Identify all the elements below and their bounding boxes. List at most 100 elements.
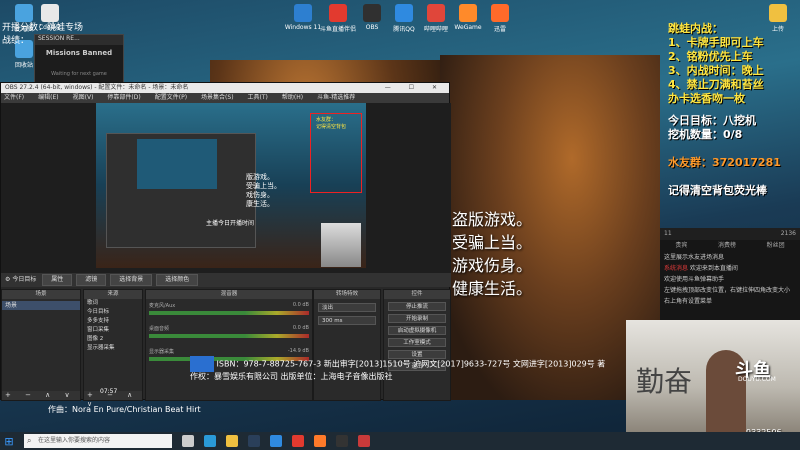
obs-preview[interactable]: 版游戏。 受骗上当。 戏伤身。 康生活。 主播今日开播时间 水友群： 记得清空背包 bbox=[1, 103, 451, 273]
qr-icon bbox=[190, 356, 214, 372]
chat-message: 欢迎使用斗鱼弹幕助手 bbox=[660, 274, 800, 285]
preview-subtitle-line: 受骗上当。 bbox=[246, 182, 281, 190]
menu-item[interactable]: 斗鱼-精选推荐 bbox=[317, 94, 355, 101]
chat-message: 左键拖拽顶部改变位置，右键拉伸四角改变大小 bbox=[660, 285, 800, 296]
menu-item[interactable]: 工具(T) bbox=[248, 94, 268, 101]
menu-item[interactable]: 帮助(H) bbox=[282, 94, 303, 101]
gear-icon[interactable]: ⚙ bbox=[5, 276, 10, 283]
controls-title: 控件 bbox=[384, 290, 450, 299]
menu-item[interactable]: 配置文件(P) bbox=[155, 94, 187, 101]
obs-window-title: OBS 27.2.4 (64-bit, windows) - 配置文件：未命名 … bbox=[5, 84, 189, 91]
preview-subtitle: 版游戏。 受骗上当。 戏伤身。 康生活。 bbox=[246, 173, 281, 209]
session-header[interactable]: SESSION RE... bbox=[35, 35, 123, 45]
obs-titlebar[interactable]: OBS 27.2.4 (64-bit, windows) - 配置文件：未命名 … bbox=[1, 83, 449, 93]
count-text: 挖机数量：0/8 bbox=[668, 128, 743, 141]
obs-window: OBS 27.2.4 (64-bit, windows) - 配置文件：未命名 … bbox=[0, 82, 451, 408]
control-button[interactable]: 开始录制 bbox=[388, 314, 446, 323]
isbn-notice: ISBN：978-7-88725-767-3 新出审字[2013]1510号 沪… bbox=[190, 356, 610, 382]
toolbar-button[interactable]: 选择颜色 bbox=[156, 274, 199, 286]
session-status: Waiting for next game bbox=[51, 71, 107, 77]
app-icon bbox=[491, 4, 509, 22]
game-subtitle-line: 盗版游戏。 bbox=[452, 210, 533, 229]
chat-message-text: 右上角有设置菜单 bbox=[664, 298, 713, 305]
desktop-icon-label: Windows 11 bbox=[284, 24, 322, 31]
game-subtitle-line: 游戏伤身。 bbox=[452, 256, 533, 275]
mixer-label: 显示器采集 -14.9 dB bbox=[149, 348, 309, 355]
source-item[interactable]: 歌词 bbox=[84, 299, 142, 308]
windows-start-icon[interactable]: ⊞ bbox=[0, 432, 18, 450]
volume-meter bbox=[149, 311, 309, 315]
chat-tab[interactable]: 消费榜 bbox=[718, 240, 736, 252]
chat-tab[interactable]: 粉丝团 bbox=[767, 240, 785, 252]
obs-docks: 场景 场景 + − ∧ ∨ 来源 歌词 今日目标 多多支持 窗口采集 图像 2 显示器采集… bbox=[1, 289, 451, 408]
menu-item[interactable]: 停靠部件(D) bbox=[107, 94, 140, 101]
game-icon[interactable] bbox=[358, 435, 370, 447]
source-item[interactable]: 窗口采集 bbox=[84, 326, 142, 335]
chat-stat-left: 11 bbox=[664, 230, 672, 237]
taskbar: ⊞ ⌕ 在这里输入你要搜索的内容 bbox=[0, 432, 800, 450]
menu-item[interactable]: 编辑(E) bbox=[38, 94, 58, 101]
menu-item[interactable]: 文件(F) bbox=[4, 94, 24, 101]
transitions-dock: 转场特效 淡出 300 ms bbox=[313, 289, 381, 401]
scene-item[interactable]: 场景 bbox=[2, 301, 80, 310]
app-icon bbox=[427, 4, 445, 22]
explorer-icon[interactable] bbox=[226, 435, 238, 447]
qq-icon[interactable] bbox=[270, 435, 282, 447]
obs-icon[interactable] bbox=[336, 435, 348, 447]
calligraphy-scroll: 勤奋 bbox=[636, 365, 693, 398]
control-button[interactable]: 启动虚拟摄像机 bbox=[388, 326, 446, 335]
netease-icon[interactable] bbox=[292, 435, 304, 447]
desktop-icon[interactable]: 迅雷 bbox=[480, 4, 520, 33]
mixer-channel-name: 麦克风/Aux bbox=[149, 303, 176, 309]
mixer-db-value: 0.0 dB bbox=[292, 325, 309, 331]
obs-menubar: 文件(F) 编辑(E) 视图(V) 停靠部件(D) 配置文件(P) 场景集合(S) 工具(T… bbox=[1, 93, 449, 103]
chat-message-text: 左键拖拽顶部改变位置，右键拉伸四角改变大小 bbox=[664, 287, 791, 294]
taskbar-search[interactable]: ⌕ 在这里输入你要搜索的内容 bbox=[24, 434, 172, 448]
toolbar-button[interactable]: 选择背景 bbox=[110, 274, 153, 286]
preview-subtitle-line: 康生活。 bbox=[246, 200, 274, 208]
menu-item[interactable]: 场景集合(S) bbox=[201, 94, 234, 101]
toolbar-button[interactable]: 属性 bbox=[42, 274, 73, 286]
rule-item: 1、卡牌手即可上车 bbox=[668, 36, 764, 49]
app-icon bbox=[363, 4, 381, 22]
duration-input[interactable]: 300 ms bbox=[318, 316, 376, 325]
preview-overlay-line: 水友群： bbox=[316, 117, 337, 123]
menu-item[interactable]: 视图(V) bbox=[73, 94, 94, 101]
chat-stat-right: 2136 bbox=[780, 230, 796, 237]
search-placeholder: 在这里输入你要搜索的内容 bbox=[38, 437, 111, 444]
mixer-channel: 桌面音频 0.0 dB bbox=[149, 325, 309, 345]
sources-dock: 来源 歌词 今日目标 多多支持 窗口采集 图像 2 显示器采集 + − ∧ ∨ bbox=[83, 289, 143, 408]
desktop-icon[interactable]: Windows 11 bbox=[283, 4, 323, 31]
mixer-title: 混音器 bbox=[146, 290, 312, 299]
mixer-channel: 麦克风/Aux 0.0 dB bbox=[149, 302, 309, 322]
sources-title: 来源 bbox=[84, 290, 142, 299]
steam-icon[interactable] bbox=[248, 435, 260, 447]
scenes-title: 场景 bbox=[2, 290, 80, 299]
toolbar-button[interactable]: 滤镜 bbox=[76, 274, 107, 286]
mixer-db-value: -14.9 dB bbox=[287, 348, 309, 354]
chat-tab[interactable]: 贵宾 bbox=[675, 240, 687, 252]
source-item[interactable]: 显示器采集 bbox=[84, 344, 142, 353]
douyu-icon[interactable] bbox=[314, 435, 326, 447]
scenes-footer[interactable]: + − ∧ ∨ bbox=[2, 391, 80, 400]
preview-canvas[interactable]: 版游戏。 受骗上当。 戏伤身。 康生活。 主播今日开播时间 水友群： 记得清空背包 bbox=[96, 103, 366, 268]
control-button[interactable]: 工作室模式 bbox=[388, 338, 446, 347]
control-button[interactable]: 停止推流 bbox=[388, 302, 446, 311]
session-title: Missions Banned bbox=[45, 49, 113, 57]
game-subtitle-line: 受骗上当。 bbox=[452, 233, 533, 252]
preview-nested-desktop bbox=[137, 139, 217, 189]
preview-subtitle-line: 版游戏。 bbox=[246, 173, 274, 181]
transition-select[interactable]: 淡出 bbox=[318, 303, 376, 312]
source-item[interactable]: 图像 2 bbox=[84, 335, 142, 344]
source-item[interactable]: 今日目标 bbox=[84, 308, 142, 317]
chat-message-prefix: 系统消息 bbox=[664, 265, 690, 272]
window-controls[interactable]: — ☐ ✕ bbox=[385, 83, 445, 93]
edge-icon[interactable] bbox=[204, 435, 216, 447]
app-icon bbox=[769, 4, 787, 22]
game-subtitle: 盗版游戏。 受骗上当。 游戏伤身。 健康生活。 bbox=[452, 208, 532, 300]
source-item[interactable]: 多多支持 bbox=[84, 317, 142, 326]
rule-item: 4、禁止刀满和苔丝 bbox=[668, 78, 764, 91]
mixer-dock: 混音器 麦克风/Aux 0.0 dB 桌面音频 0.0 dB 显示器采集 -14.9 dB bbox=[145, 289, 313, 401]
task-view-icon[interactable] bbox=[182, 435, 194, 447]
rules-list: 1、卡牌手即可上车 2、铭粉优先上车 3、内战时间：晚上 4、禁止刀满和苔丝 办卡选香吻… bbox=[668, 36, 800, 106]
